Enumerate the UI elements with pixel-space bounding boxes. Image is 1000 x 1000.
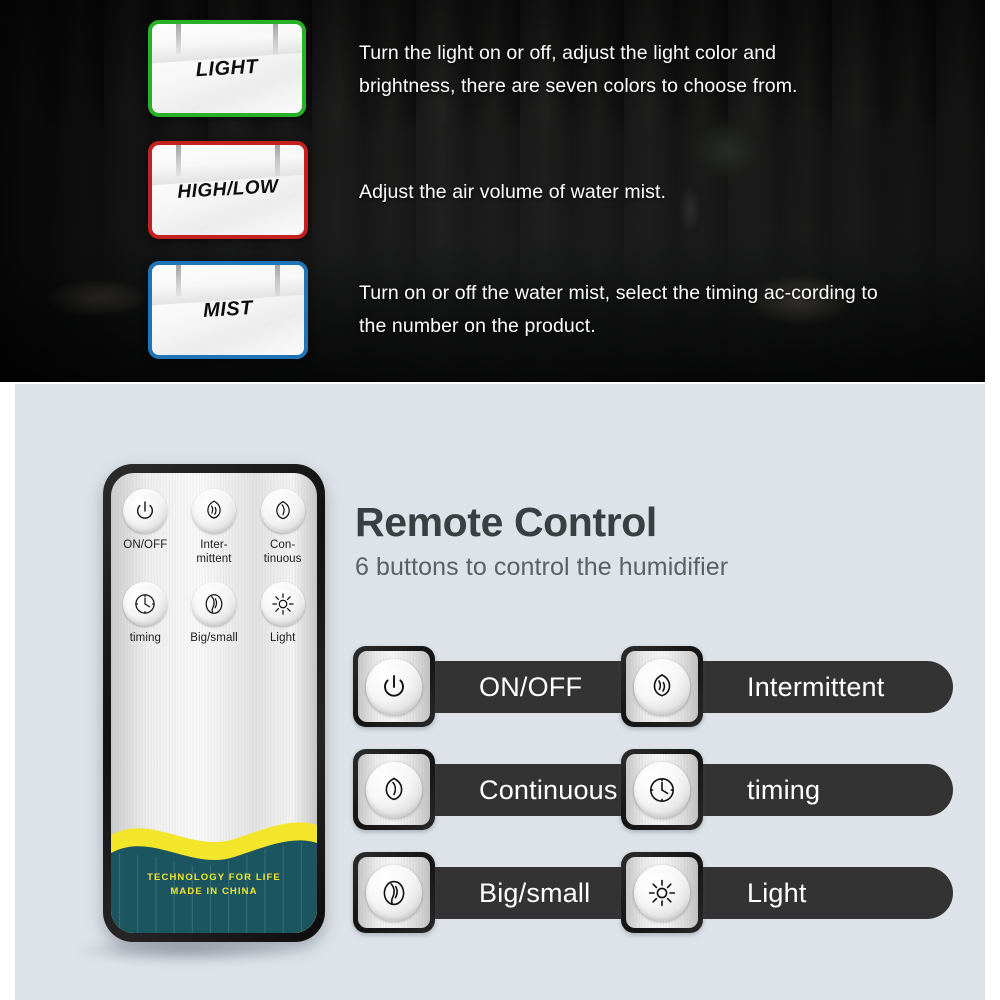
chip-stem-left: [176, 145, 182, 176]
legend-row: Big/small Light: [353, 852, 953, 933]
sun-icon: [634, 864, 690, 921]
power-icon: [366, 658, 422, 715]
continuous-mist-icon: [260, 489, 305, 533]
legend-label-timing: timing: [747, 775, 821, 805]
product-chip-high-low: HIGH/LOW: [148, 141, 308, 239]
remote-footer-line-2: MADE IN CHINA: [170, 886, 258, 897]
remote-button-label: Big/small: [190, 632, 238, 644]
remote-button-grid: ON/OFF Inter-mittent Con- tinuous timing…: [111, 489, 317, 646]
intermittent-mist-icon: [634, 658, 690, 715]
remote-button-label: Inter-mittent: [196, 539, 231, 566]
chip-stem-right: [274, 265, 280, 296]
remote-footer-line-1: TECHNOLOGY FOR LIFE: [147, 872, 281, 883]
keycap-surface: [358, 754, 430, 825]
feature-description-high-low: Adjust the air volume of water mist.: [359, 181, 667, 203]
feature-row-high-low: HIGH/LOW Adjust the air volume of water …: [148, 141, 869, 239]
remote-button-continuous[interactable]: Con-tinuous: [248, 489, 317, 566]
label-line-1: Inter-: [200, 539, 228, 551]
keycap-surface: [358, 857, 430, 928]
feature-description-mist: Turn on or off the water mist, select th…: [359, 282, 878, 337]
infographic-page: LIGHT Turn the light on or off, adjust t…: [0, 0, 1000, 1000]
page-subtitle: 6 buttons to control the humidifier: [355, 553, 729, 581]
remote-control-section: ON/OFF Inter-mittent Con- tinuous timing…: [15, 384, 985, 1000]
big-small-mist-icon: [366, 864, 422, 921]
remote-button-label: timing: [129, 632, 161, 644]
remote-button-label: Light: [269, 632, 296, 644]
legend-label-big-small: Big/small: [479, 878, 591, 908]
legend-label-continuous: Continuous: [479, 775, 618, 805]
remote-button-timing[interactable]: timing: [111, 582, 180, 646]
legend-keycap-continuous[interactable]: [353, 749, 435, 830]
clock-icon: [123, 582, 168, 626]
chip-stem-right: [273, 24, 278, 55]
remote-button-on-off[interactable]: ON/OFF: [111, 489, 180, 566]
chip-stem-left: [176, 24, 181, 55]
remote-button-intermittent[interactable]: Inter-mittent: [180, 489, 249, 566]
feature-row-light: LIGHT Turn the light on or off, adjust t…: [148, 20, 869, 117]
big-small-mist-icon: [191, 582, 236, 626]
legend-label-intermittent: Intermittent: [747, 672, 885, 702]
product-chip-mist: MIST: [148, 261, 308, 359]
power-icon: [123, 489, 168, 533]
feature-description-light: Turn the light on or off, adjust the lig…: [359, 42, 798, 97]
page-title: Remote Control: [355, 499, 657, 545]
label-line-2: tinuous: [263, 552, 302, 565]
legend-row: Continuous timing: [353, 749, 953, 830]
keycap-surface: [626, 857, 698, 928]
product-chip-light: LIGHT: [148, 20, 306, 117]
chip-stem-left: [176, 265, 182, 296]
intermittent-mist-icon: [191, 489, 236, 533]
remote-wave-graphic: [111, 805, 317, 933]
legend-keycap-light[interactable]: [621, 852, 703, 933]
legend-keycap-timing[interactable]: [621, 749, 703, 830]
remote-button-light[interactable]: Light: [248, 582, 317, 646]
clock-icon: [634, 761, 690, 818]
keycap-surface: [626, 651, 698, 722]
legend-label-light: Light: [747, 878, 807, 908]
keycap-surface: [626, 754, 698, 825]
button-legend-list: ON/OFF Intermittent Continuous timing Bi…: [353, 646, 953, 955]
remote-button-big-small[interactable]: Big/small: [180, 582, 249, 646]
label-line-1: Con-: [269, 539, 296, 551]
chip-stem-right: [274, 145, 280, 176]
legend-keycap-on-off[interactable]: [353, 646, 435, 727]
keycap-surface: [358, 651, 430, 722]
remote-button-label: Con-tinuous: [264, 539, 302, 566]
legend-label-on-off: ON/OFF: [479, 672, 583, 702]
feature-row-mist: MIST Turn on or off the water mist, sele…: [148, 261, 879, 359]
legend-keycap-big-small[interactable]: [353, 852, 435, 933]
remote-footer-text: TECHNOLOGY FOR LIFE MADE IN CHINA: [111, 871, 317, 899]
legend-row: ON/OFF Intermittent: [353, 646, 953, 727]
label-line-2: mittent: [196, 552, 232, 565]
hero-photo-section: LIGHT Turn the light on or off, adjust t…: [0, 0, 985, 382]
continuous-mist-icon: [366, 761, 422, 818]
remote-faceplate: ON/OFF Inter-mittent Con- tinuous timing…: [111, 473, 317, 933]
remote-control-device: ON/OFF Inter-mittent Con- tinuous timing…: [103, 464, 325, 942]
sun-icon: [260, 582, 305, 626]
legend-keycap-intermittent[interactable]: [621, 646, 703, 727]
remote-button-label: ON/OFF: [123, 539, 168, 551]
heading-block: Remote Control 6 buttons to control the …: [355, 498, 728, 582]
